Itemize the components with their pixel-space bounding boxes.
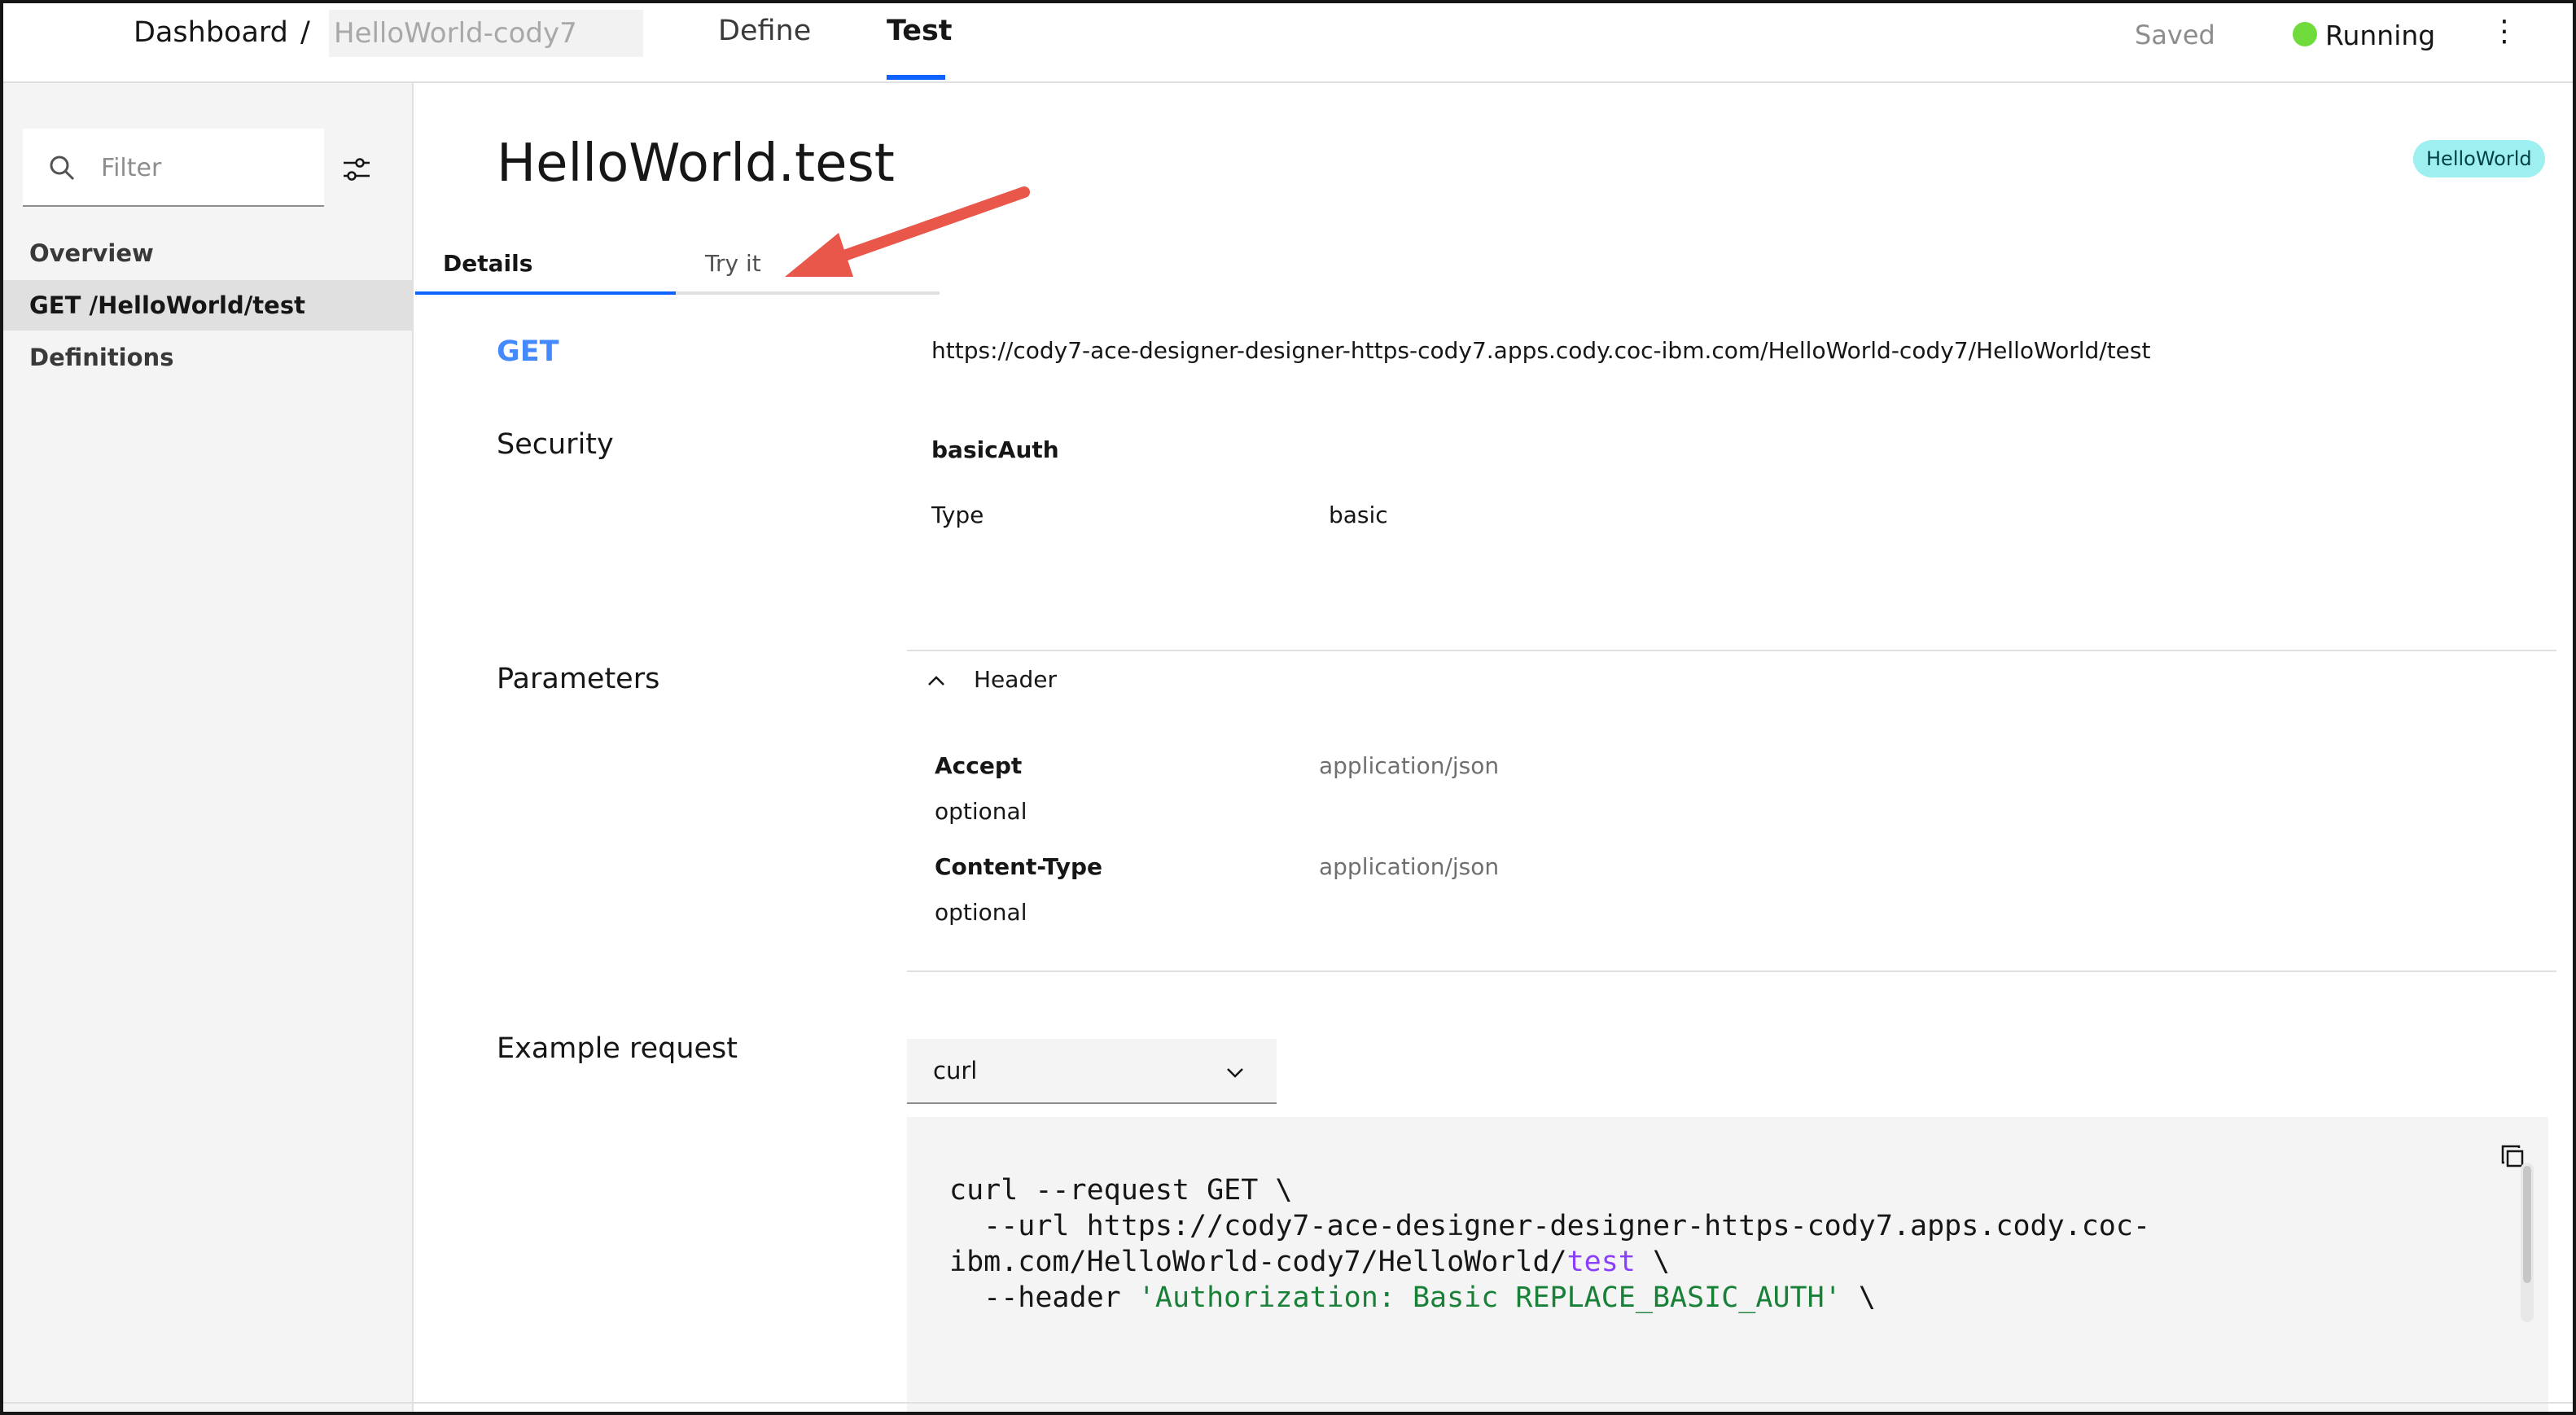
param-accept-value: application/json — [1319, 752, 1500, 779]
sidebar: Overview GET /HelloWorld/test Definition… — [3, 83, 414, 1412]
code-line-4-end: \ — [1841, 1281, 1876, 1314]
code-line-3-end: \ — [1635, 1246, 1671, 1278]
tab-test-active-indicator — [887, 75, 945, 80]
sidebar-item-definitions[interactable]: Definitions — [3, 332, 414, 383]
param-content-type-name: Content-Type — [935, 853, 1102, 880]
code-line-1: curl --request GET \ — [949, 1174, 1293, 1207]
search-icon — [50, 156, 75, 181]
parameters-divider-bottom — [907, 970, 2556, 972]
saved-status: Saved — [2135, 20, 2215, 50]
code-keyword-test: test — [1566, 1246, 1636, 1278]
example-request-heading: Example request — [497, 1032, 738, 1065]
security-type-label: Type — [931, 502, 984, 528]
code-text: curl --request GET \ --url https://cody7… — [949, 1172, 2150, 1316]
sidebar-item-overview[interactable]: Overview — [3, 228, 414, 278]
security-type-value: basic — [1329, 502, 1388, 528]
main-content: HelloWorld.test HelloWorld Details Try i… — [415, 83, 2573, 1412]
breadcrumb-separator: / — [300, 16, 310, 49]
parameters-heading: Parameters — [497, 663, 660, 695]
http-method: GET — [497, 335, 559, 368]
code-line-3: ibm.com/HelloWorld-cody7/HelloWorld/ — [949, 1246, 1567, 1278]
filter-settings-icon[interactable] — [340, 153, 373, 186]
language-dropdown[interactable]: curl — [907, 1039, 1277, 1104]
endpoint-url: https://cody7-ace-designer-designer-http… — [931, 337, 2151, 364]
running-status-icon — [2293, 22, 2317, 46]
security-scheme-name: basicAuth — [931, 436, 1059, 463]
chevron-down-icon — [1227, 1068, 1243, 1078]
tab-try-it[interactable]: Try it — [705, 238, 761, 295]
tab-define[interactable]: Define — [718, 15, 811, 47]
flow-name-input[interactable] — [329, 10, 643, 57]
breadcrumb-dashboard[interactable]: Dashboard — [134, 16, 288, 49]
app-window: Dashboard / Define Test Saved Running ⋮ … — [0, 0, 2576, 1415]
security-heading: Security — [497, 428, 614, 461]
overflow-menu-icon[interactable]: ⋮ — [2490, 15, 2519, 48]
parameters-divider-top — [907, 650, 2556, 651]
running-status: Running — [2325, 20, 2436, 51]
header-group-toggle[interactable]: Header — [974, 666, 1057, 693]
api-tag: HelloWorld — [2413, 140, 2545, 177]
tab-details[interactable]: Details — [443, 238, 532, 295]
param-content-type-value: application/json — [1319, 853, 1500, 880]
param-content-type-required: optional — [935, 899, 1027, 926]
code-string-auth: 'Authorization: Basic REPLACE_BASIC_AUTH… — [1137, 1281, 1842, 1314]
code-line-2: --url https://cody7-ace-designer-designe… — [949, 1210, 2151, 1242]
code-example: curl --request GET \ --url https://cody7… — [907, 1117, 2548, 1412]
footer-divider — [3, 1402, 2573, 1404]
filter-box — [23, 129, 324, 207]
sidebar-item-get-helloworld-test[interactable]: GET /HelloWorld/test — [3, 280, 414, 331]
tab-details-active-indicator — [415, 291, 676, 295]
tab-test[interactable]: Test — [887, 15, 953, 47]
code-scrollbar-thumb[interactable] — [2523, 1166, 2531, 1283]
code-line-4: --header — [949, 1281, 1138, 1314]
param-accept-name: Accept — [935, 752, 1023, 779]
filter-input[interactable] — [101, 145, 313, 191]
language-dropdown-value: curl — [933, 1057, 978, 1084]
top-bar: Dashboard / Define Test Saved Running ⋮ — [3, 3, 2573, 83]
chevron-up-icon[interactable] — [925, 669, 948, 692]
annotation-arrow-icon — [785, 186, 1030, 277]
param-accept-required: optional — [935, 798, 1027, 825]
